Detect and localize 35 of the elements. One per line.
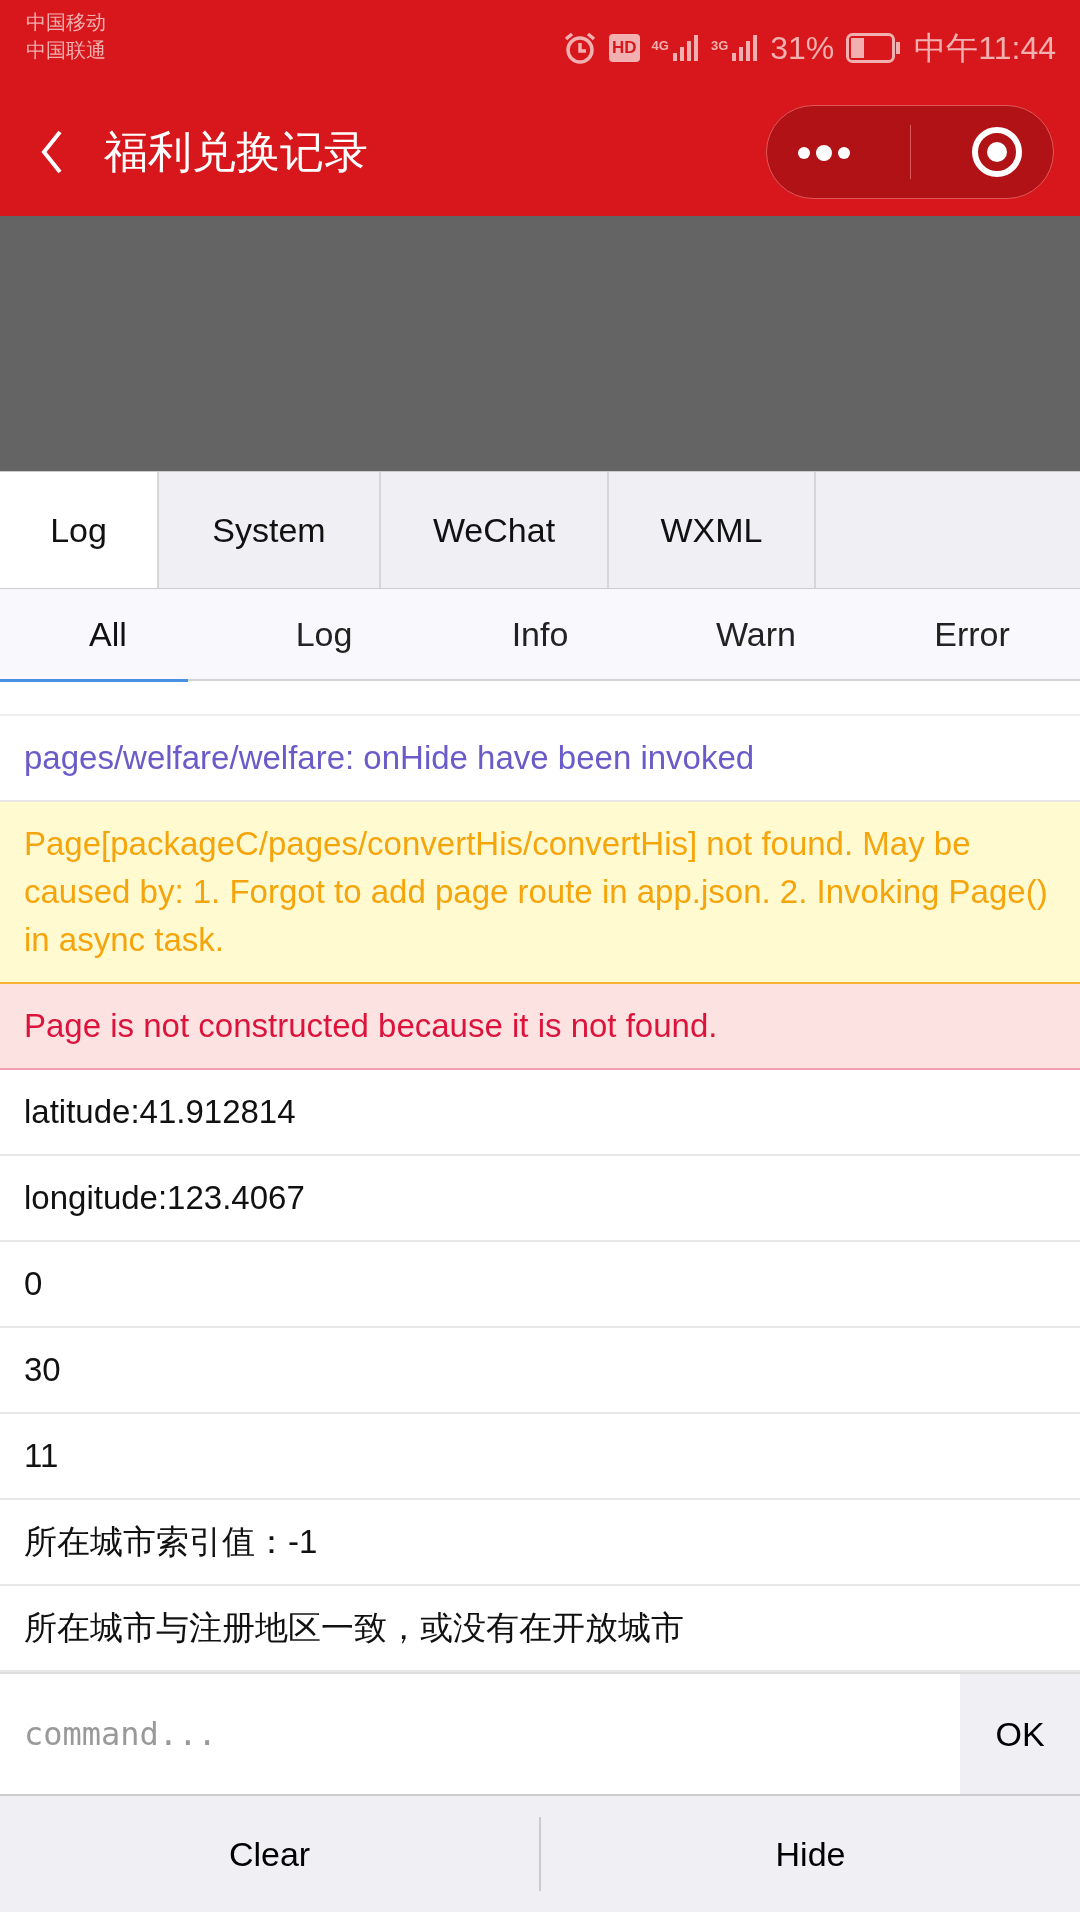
bottom-button[interactable]: Clear xyxy=(0,1827,539,1881)
filter-tab[interactable]: Warn xyxy=(648,589,864,679)
log-entry: 0 xyxy=(0,1242,1080,1328)
filter-tab[interactable]: Info xyxy=(432,589,648,679)
battery-icon xyxy=(846,33,903,63)
alarm-icon xyxy=(563,31,597,65)
battery-percent: 31% xyxy=(770,29,835,68)
tab[interactable]: Log xyxy=(0,472,159,588)
filter-tab[interactable]: Error xyxy=(864,589,1080,679)
more-icon xyxy=(796,142,853,163)
carrier-label: 中国联通 xyxy=(26,37,106,64)
page-title: 福利兑换记录 xyxy=(104,126,369,178)
ok-button[interactable]: OK xyxy=(960,1674,1080,1794)
log-entry: latitude:41.912814 xyxy=(0,1070,1080,1156)
signal-icon xyxy=(672,33,699,63)
target-icon xyxy=(969,125,1024,179)
signal-icon xyxy=(732,33,759,63)
log-entry: Page[packageC/pages/convertHis/convertHis] not found. May be caused by: 1. Forgot to add page route in app.json. 2. Invoking Page() in async task. xyxy=(0,802,1080,984)
carrier-label: 中国移动 xyxy=(26,9,106,36)
log-entry: 30 xyxy=(0,1328,1080,1414)
close-button[interactable] xyxy=(969,125,1024,179)
log-entry: longitude:123.4067 xyxy=(0,1156,1080,1242)
filter-tab[interactable]: All xyxy=(0,589,216,679)
log-entry: Page is not constructed because it is not found. xyxy=(0,984,1080,1070)
log-entry: 所在城市索引值：-1 xyxy=(0,1500,1080,1586)
network-label: 4G xyxy=(651,39,669,52)
filter-tab[interactable]: Log xyxy=(216,589,432,679)
hd-badge: HD xyxy=(609,34,640,62)
back-icon xyxy=(40,129,64,175)
log-entry: 所在城市与注册地区一致，或没有在开放城市 xyxy=(0,1586,1080,1672)
log-entry: 11 xyxy=(0,1414,1080,1500)
bottom-button[interactable]: Hide xyxy=(541,1827,1080,1881)
network-label: 3G xyxy=(710,39,729,52)
back-button[interactable] xyxy=(40,129,64,175)
clock: 中午11:44 xyxy=(914,29,1056,68)
